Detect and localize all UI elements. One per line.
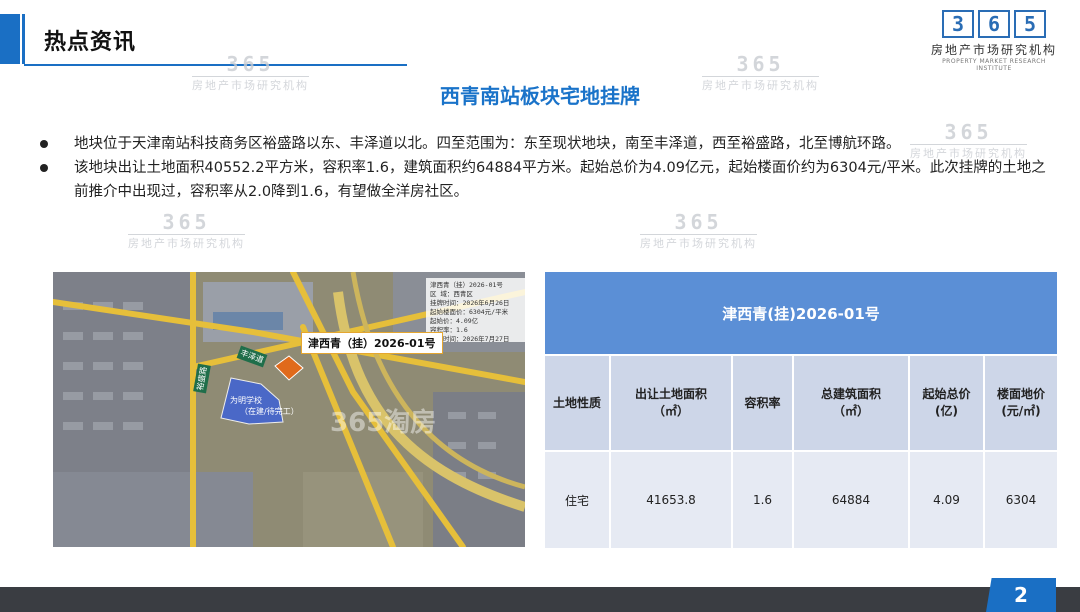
col-header: 楼面地价 (元/㎡) xyxy=(985,356,1057,450)
watermark: 365 房地产市场研究机构 xyxy=(640,210,757,250)
header-accent-line xyxy=(22,14,25,64)
callout-line: 起始楼面价：6304元/平米 xyxy=(430,308,509,316)
table-cell: 64884 xyxy=(794,452,910,548)
table-cell: 住宅 xyxy=(545,452,611,548)
logo-digit: 6 xyxy=(978,10,1010,38)
col-header: 出让土地面积 （㎡） xyxy=(611,356,733,450)
school-name: 为明学校 xyxy=(230,396,262,405)
callout-line: 区 域：西青区 xyxy=(430,290,473,298)
bullet-dot xyxy=(40,140,48,148)
table-cell: 1.6 xyxy=(733,452,794,548)
callout-line: 挂牌时间：2026年6月26日 xyxy=(430,299,510,307)
col-header: 容积率 xyxy=(733,356,794,450)
col-header: 总建筑面积 （㎡） xyxy=(794,356,910,450)
callout-line: 津西青（挂）2026-01号 xyxy=(430,281,503,289)
logo-digit: 3 xyxy=(942,10,974,38)
bullet-dot xyxy=(40,164,48,172)
col-header: 起始总价 (亿) xyxy=(910,356,985,450)
map-watermark: 365淘房 xyxy=(330,408,437,438)
section-subtitle: 西青南站板块宅地挂牌 xyxy=(440,84,640,108)
watermark: 365 房地产市场研究机构 xyxy=(128,210,245,250)
callout-line: 容积率：1.6 xyxy=(430,326,468,334)
header-accent-bar xyxy=(0,14,20,64)
bullet-text: 地块位于天津南站科技商务区裕盛路以东、丰泽道以北。四至范围为：东至现状地块，南至… xyxy=(74,136,901,152)
table-title: 津西青(挂)2026-01号 xyxy=(545,272,1057,354)
brand-logo: 3 6 5 房地产市场研究机构 PROPERTY MARKET RESEARCH… xyxy=(928,10,1060,72)
footer-bar xyxy=(0,587,1080,612)
table-cell: 4.09 xyxy=(910,452,985,548)
page-title: 热点资讯 xyxy=(44,30,137,55)
bullet-text: 该地块出让土地面积40552.2平方米，容积率1.6，建筑面积约64884平方米… xyxy=(74,160,1046,200)
col-header: 土地性质 xyxy=(545,356,611,450)
callout-line: 截止时间：2026年7月27日 xyxy=(430,335,510,343)
bullet-item: 该地块出让土地面积40552.2平方米，容积率1.6，建筑面积约64884平方米… xyxy=(40,156,1060,204)
table-row: 住宅 41653.8 1.6 64884 4.09 6304 xyxy=(545,452,1057,548)
page-number: 2 xyxy=(986,578,1056,612)
logo-digit: 5 xyxy=(1014,10,1046,38)
school-label: 为明学校 （在建/待完工） xyxy=(230,395,299,417)
table-cell: 6304 xyxy=(985,452,1057,548)
plot-label: 津西青（挂）2026-01号 xyxy=(301,332,443,354)
callout-line: 起始价：4.09亿 xyxy=(430,317,479,325)
bullet-list: 地块位于天津南站科技商务区裕盛路以东、丰泽道以北。四至范围为：东至现状地块，南至… xyxy=(40,132,1060,204)
logo-cn-text: 房地产市场研究机构 xyxy=(930,43,1057,57)
land-info-table: 津西青(挂)2026-01号 土地性质 出让土地面积 （㎡） 容积率 总建筑面积… xyxy=(545,272,1057,548)
logo-en-text: PROPERTY MARKET RESEARCH INSTITUTE xyxy=(942,58,1046,72)
table-cell: 41653.8 xyxy=(611,452,733,548)
school-status: （在建/待完工） xyxy=(240,407,299,416)
bullet-item: 地块位于天津南站科技商务区裕盛路以东、丰泽道以北。四至范围为：东至现状地块，南至… xyxy=(40,132,1060,156)
table-header-row: 土地性质 出让土地面积 （㎡） 容积率 总建筑面积 （㎡） 起始总价 (亿) 楼… xyxy=(545,356,1057,450)
